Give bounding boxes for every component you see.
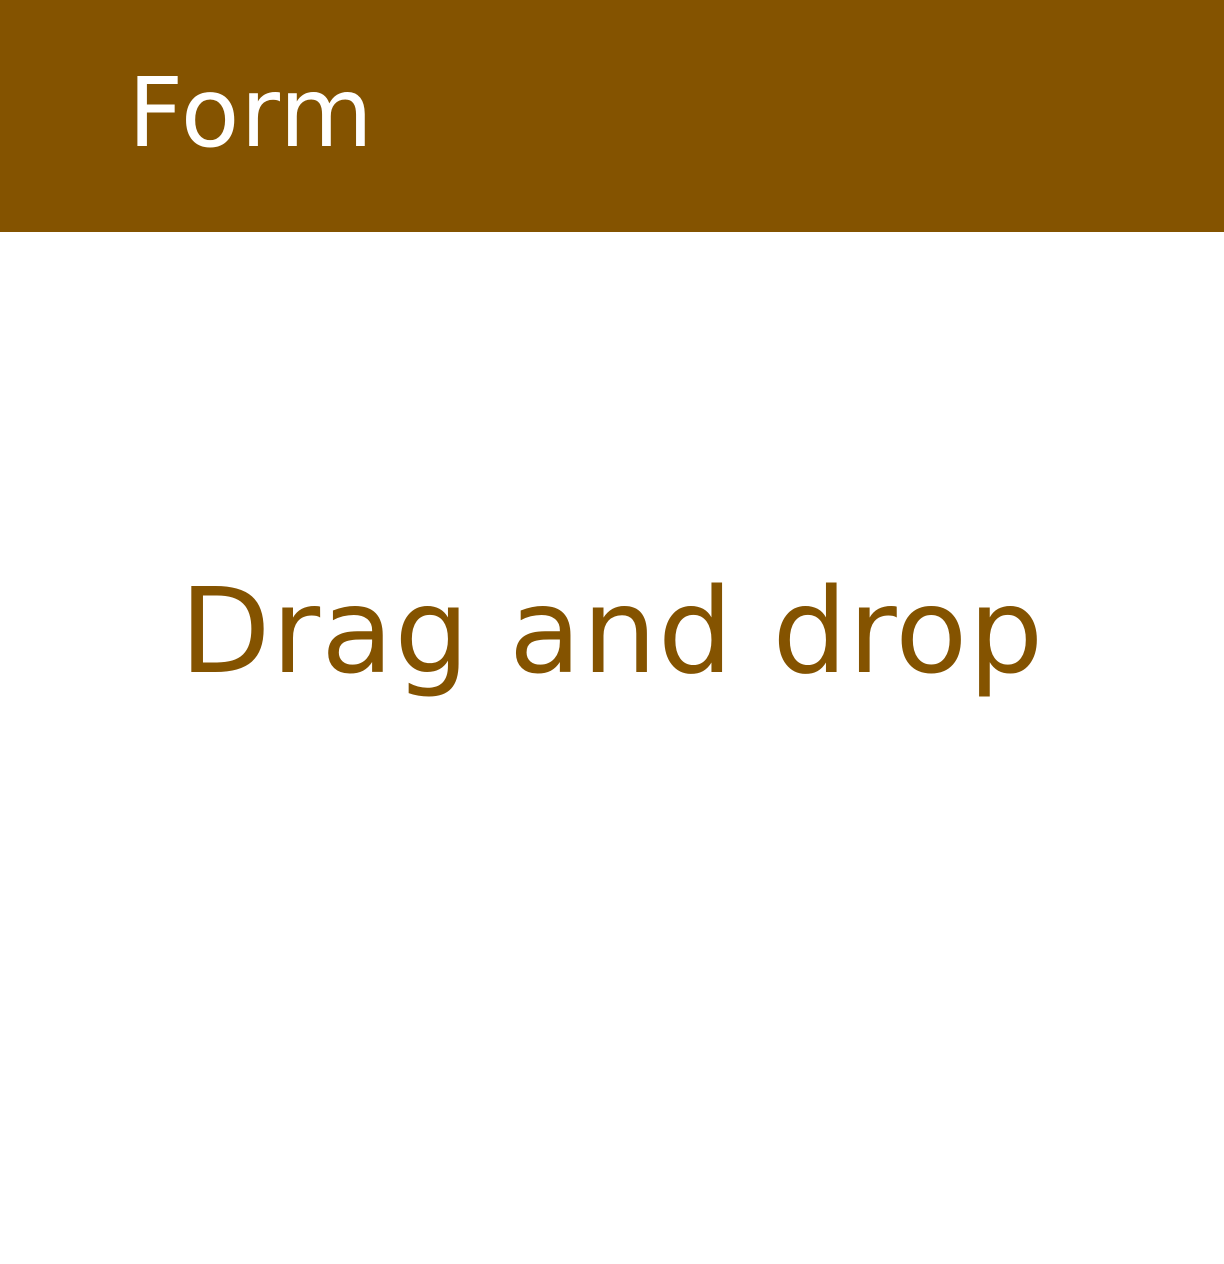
app-header: Form <box>0 0 1224 232</box>
drop-zone-label: Drag and drop <box>179 562 1045 700</box>
form-screen: Form Drag and drop <box>0 0 1224 1264</box>
page-title: Form <box>128 57 374 169</box>
drop-zone[interactable]: Drag and drop <box>0 232 1224 1264</box>
